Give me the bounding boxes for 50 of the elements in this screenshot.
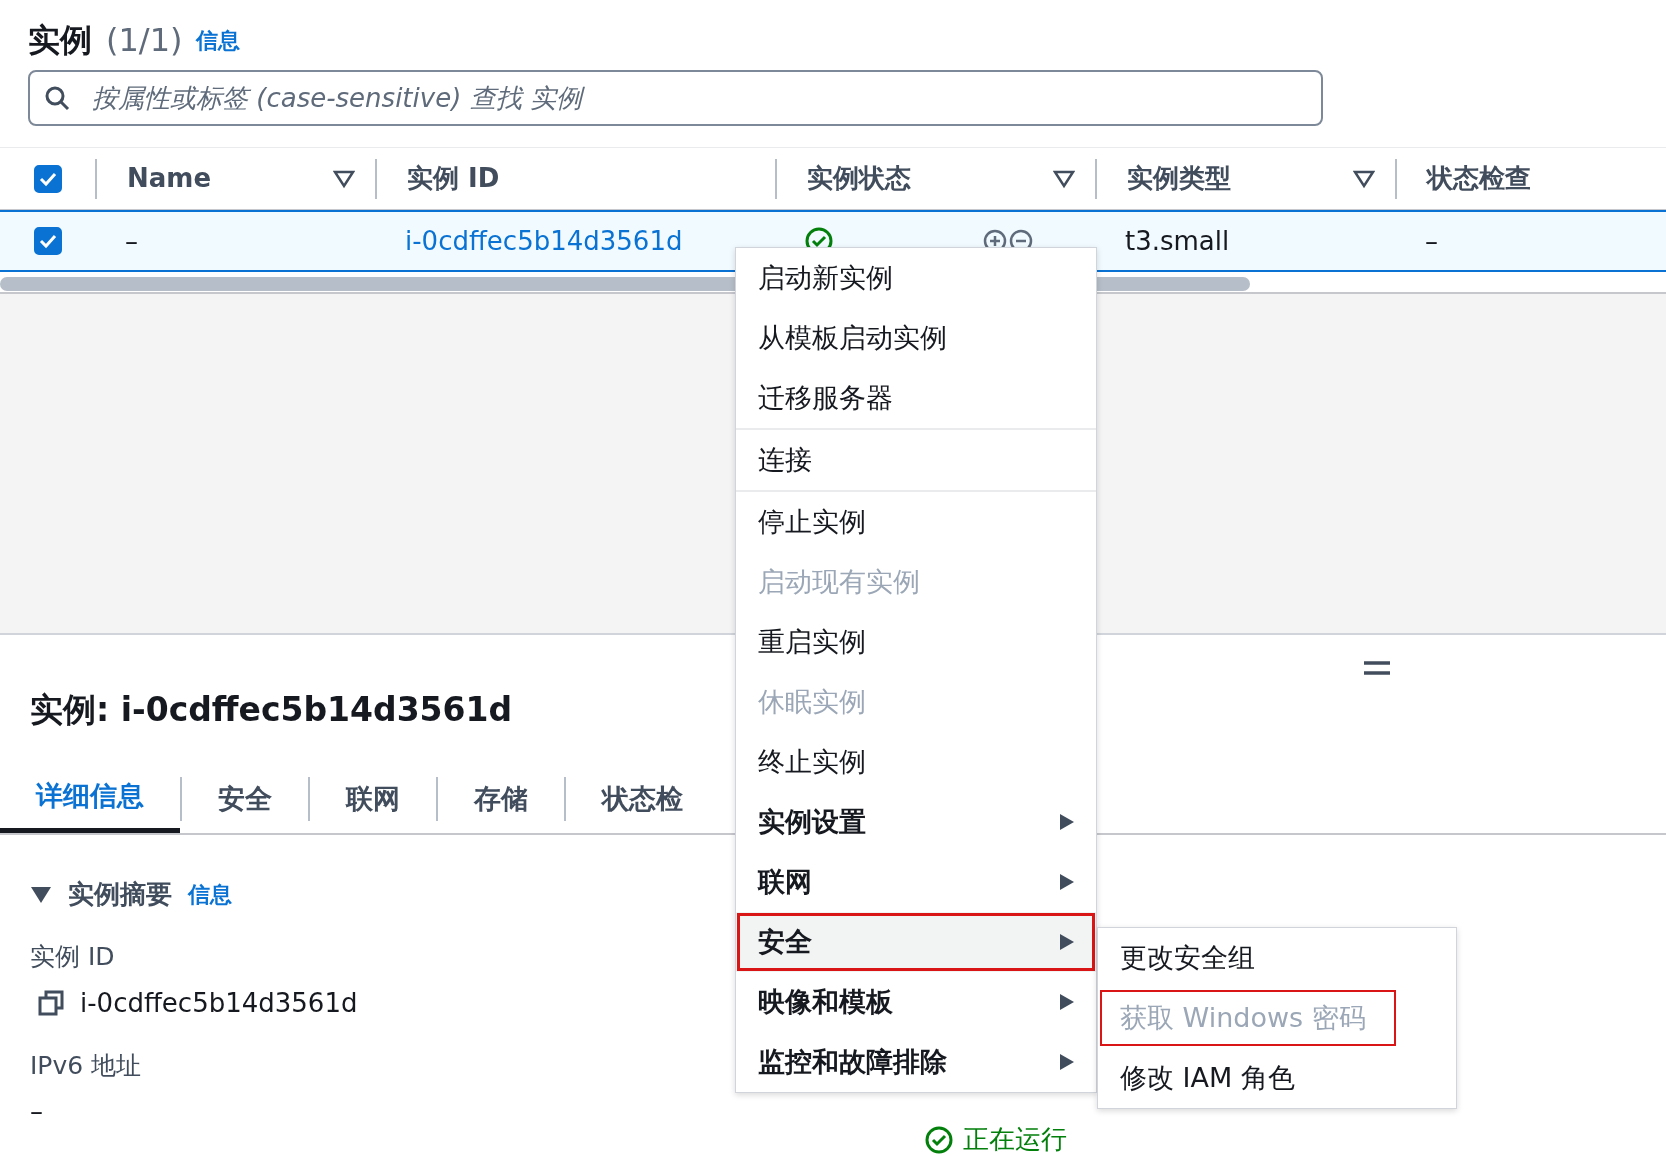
instance-count: (1/1) — [106, 20, 183, 61]
copy-icon[interactable] — [38, 990, 64, 1016]
menu-item[interactable]: 实例设置 — [736, 792, 1096, 852]
tab[interactable]: 联网 — [310, 765, 436, 833]
caret-icon — [1060, 994, 1074, 1010]
menu-item[interactable]: 连接 — [736, 430, 1096, 490]
check-icon — [37, 232, 58, 250]
status-text: 正在运行 — [963, 1123, 1067, 1156]
tab[interactable]: 状态检 — [566, 765, 719, 833]
menu-item[interactable]: 映像和模板 — [736, 972, 1096, 1032]
column-header[interactable]: 实例 ID — [407, 159, 500, 198]
check-circle-icon — [925, 1125, 953, 1154]
caret-icon — [1060, 874, 1074, 890]
info-link[interactable]: 信息 — [196, 23, 241, 57]
detail-title: 实例: i-0cdffec5b14d3561d — [30, 689, 513, 732]
drag-handle-icon — [1364, 660, 1390, 676]
tab[interactable]: 安全 — [182, 765, 308, 833]
menu-item[interactable]: 修改 IAM 角色 — [1098, 1048, 1456, 1108]
column-header[interactable]: 实例状态 — [807, 159, 911, 198]
column-header[interactable]: 状态检查 — [1427, 159, 1531, 198]
table-cell-text: t3.small — [1125, 224, 1230, 258]
table-cell-text: – — [125, 224, 138, 258]
menu-item[interactable]: 停止实例 — [736, 492, 1096, 552]
info-link[interactable]: 信息 — [188, 878, 232, 911]
menu-item[interactable]: 安全 — [736, 912, 1096, 972]
page-title: 实例 — [28, 20, 92, 61]
menu-item[interactable]: 联网 — [736, 852, 1096, 912]
field-label: IPv6 地址 — [30, 1049, 142, 1082]
caret-icon — [1060, 814, 1074, 830]
tab[interactable]: 存储 — [438, 765, 564, 833]
column-header[interactable]: Name — [127, 159, 212, 198]
column-header[interactable]: 实例类型 — [1127, 159, 1231, 198]
field-value: i-0cdffec5b14d3561d — [80, 986, 358, 1020]
section-title[interactable]: 实例摘要 — [68, 875, 172, 914]
field-label: 实例 ID — [30, 941, 115, 973]
caret-icon — [1060, 1054, 1074, 1070]
tab[interactable]: 详细信息 — [0, 765, 180, 833]
menu-item[interactable]: 重启实例 — [736, 612, 1096, 672]
instance-id-link[interactable]: i-0cdffec5b14d3561d — [405, 221, 683, 261]
search-field[interactable]: 按属性或标签 (case-sensitive) 查找 实例 — [28, 70, 1323, 126]
menu-item[interactable]: 终止实例 — [736, 732, 1096, 792]
row-checkbox[interactable] — [33, 227, 62, 255]
field-value: – — [30, 1095, 43, 1128]
table-cell-text: – — [1425, 224, 1438, 258]
menu-item[interactable]: 从模板启动实例 — [736, 308, 1096, 368]
caret-icon — [1060, 934, 1074, 950]
menu-item[interactable]: 更改安全组 — [1098, 928, 1456, 988]
menu-item[interactable]: 迁移服务器 — [736, 368, 1096, 428]
select-all-checkbox[interactable] — [33, 164, 62, 193]
menu-item[interactable]: 监控和故障排除 — [736, 1032, 1096, 1092]
